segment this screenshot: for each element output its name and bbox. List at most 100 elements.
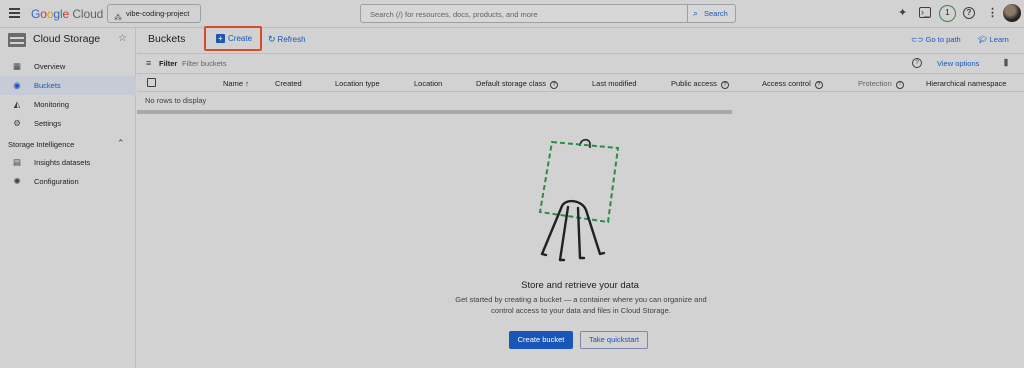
monitoring-icon: ◭ bbox=[13, 99, 21, 109]
column-header-protection[interactable]: Protection? bbox=[858, 79, 904, 89]
cloud-storage-icon bbox=[8, 33, 26, 47]
column-display-icon[interactable]: ⦀ bbox=[1004, 58, 1008, 69]
create-bucket-button[interactable]: Create bucket bbox=[509, 331, 573, 349]
view-options-button[interactable]: View options bbox=[937, 59, 979, 68]
more-icon[interactable]: ⋮ bbox=[987, 6, 998, 19]
column-header-last-modified[interactable]: Last modified bbox=[592, 79, 637, 88]
learn-button[interactable]: 🎓︎ Learn bbox=[978, 35, 1009, 44]
arrow-up-icon: ↑ bbox=[245, 79, 249, 88]
filter-label: Filter bbox=[159, 59, 178, 68]
link-icon: ⊂⊃ bbox=[911, 35, 924, 44]
filter-icon: ≡ bbox=[146, 58, 152, 68]
page-toolbar: Buckets + Create ↻ Refresh ⊂⊃ Go to path … bbox=[137, 26, 1024, 52]
sidebar-item-label: Insights datasets bbox=[34, 158, 91, 167]
logo-letter: g bbox=[53, 7, 60, 21]
project-name: vibe-coding-project bbox=[126, 9, 190, 18]
column-header-location-type[interactable]: Location type bbox=[335, 79, 380, 88]
search-button[interactable]: ⌕ Search bbox=[687, 5, 735, 22]
easel-legs bbox=[540, 199, 606, 262]
empty-table-message: No rows to display bbox=[145, 96, 207, 105]
horizontal-scrollbar[interactable] bbox=[137, 110, 732, 114]
avatar[interactable] bbox=[1003, 4, 1021, 22]
logo-letter: e bbox=[62, 7, 70, 21]
go-to-path-button[interactable]: ⊂⊃ Go to path bbox=[911, 35, 961, 44]
sidebar-item-label: Buckets bbox=[34, 81, 61, 90]
refresh-icon: ↻ bbox=[268, 34, 276, 44]
learn-label: Learn bbox=[989, 35, 1009, 44]
create-button-label: Create bbox=[228, 34, 253, 43]
column-header-hierarchical-namespace[interactable]: Hierarchical namespace bbox=[926, 79, 1006, 88]
search-button-label: Search bbox=[704, 9, 728, 18]
sidebar-item-label: Settings bbox=[34, 119, 62, 128]
column-header-label: Default storage class bbox=[476, 79, 547, 88]
filter-input[interactable]: Filter buckets bbox=[182, 59, 227, 68]
easel-hook bbox=[579, 138, 591, 148]
column-header-location[interactable]: Location bbox=[414, 79, 442, 88]
logo-letter: G bbox=[31, 7, 41, 21]
sidebar-item-monitoring[interactable]: ◭ Monitoring bbox=[0, 95, 136, 114]
column-header-label: Protection bbox=[858, 79, 892, 88]
project-icon: ⁂ bbox=[114, 13, 122, 22]
column-header-created[interactable]: Created bbox=[275, 79, 302, 88]
sidebar-item-insights-datasets[interactable]: ▤ Insights datasets bbox=[0, 153, 136, 172]
sidebar-item-overview[interactable]: ▦ Overview bbox=[0, 57, 136, 76]
empty-state-description: Get started by creating a bucket — a con… bbox=[455, 295, 707, 315]
help-icon[interactable]: ? bbox=[550, 81, 559, 89]
easel-illustration bbox=[538, 138, 620, 262]
help-icon[interactable]: ? bbox=[720, 81, 729, 89]
sidebar-item-label: Overview bbox=[34, 62, 66, 71]
column-header-label: Name bbox=[223, 79, 244, 88]
sidebar-title: Cloud Storage bbox=[33, 33, 101, 45]
notification-badge[interactable]: 1 bbox=[939, 5, 956, 22]
logo-letter: o bbox=[40, 7, 47, 21]
take-quickstart-button[interactable]: Take quickstart bbox=[580, 331, 648, 349]
overview-icon: ▦ bbox=[12, 61, 22, 71]
select-all-checkbox[interactable] bbox=[147, 78, 156, 87]
settings-icon: ⚙ bbox=[13, 118, 21, 128]
empty-state-title: Store and retrieve your data bbox=[521, 280, 639, 291]
help-icon[interactable]: ? bbox=[912, 58, 922, 68]
go-to-path-label: Go to path bbox=[925, 35, 961, 44]
create-button[interactable]: + Create bbox=[204, 26, 262, 51]
search-icon: ⌕ bbox=[693, 8, 699, 18]
refresh-button[interactable]: ↻ Refresh bbox=[268, 34, 306, 45]
sidebar: Cloud Storage ☆ ▦ Overview ◉ Buckets ◭ M… bbox=[0, 28, 136, 368]
column-header-label: Access control bbox=[762, 79, 811, 88]
google-cloud-logo[interactable]: Google Cloud bbox=[31, 7, 103, 21]
sidebar-item-buckets[interactable]: ◉ Buckets bbox=[0, 76, 136, 95]
configuration-icon: ✺ bbox=[13, 176, 21, 186]
star-icon[interactable]: ☆ bbox=[118, 33, 127, 44]
school-icon: 🎓︎ bbox=[978, 35, 988, 44]
chevron-up-icon[interactable]: ⌃ bbox=[117, 138, 125, 149]
help-icon[interactable]: ? bbox=[814, 81, 823, 89]
column-header-public-access[interactable]: Public access? bbox=[671, 79, 729, 89]
filter-bar: ≡ Filter Filter buckets ? View options ⦀ bbox=[137, 53, 1024, 73]
help-icon[interactable]: ? bbox=[963, 7, 975, 19]
menu-icon[interactable] bbox=[9, 8, 20, 18]
column-header-access-control[interactable]: Access control? bbox=[762, 79, 823, 89]
search-input[interactable]: Search (/) for resources, docs, products… bbox=[370, 10, 538, 19]
project-picker-button[interactable]: ⁂ vibe-coding-project bbox=[107, 4, 201, 23]
logo-cloud-text: Cloud bbox=[72, 7, 104, 21]
column-header-name[interactable]: Name ↑ bbox=[223, 79, 249, 88]
sidebar-item-label: Configuration bbox=[34, 177, 79, 186]
bucket-icon: ◉ bbox=[13, 80, 21, 90]
terminal-icon[interactable]: ›_ bbox=[919, 7, 931, 18]
sidebar-section-storage-intelligence[interactable]: Storage Intelligence ⌃ bbox=[0, 137, 136, 153]
sidebar-header: Cloud Storage ☆ bbox=[0, 28, 136, 52]
sidebar-item-label: Monitoring bbox=[34, 100, 70, 109]
top-bar: Google Cloud ⁂ vibe-coding-project Searc… bbox=[0, 0, 1024, 28]
table-header: Name ↑ Created Location type Location De… bbox=[137, 73, 1024, 92]
dataset-icon: ▤ bbox=[12, 157, 22, 167]
column-header-label: Public access bbox=[671, 79, 717, 88]
search-bar[interactable]: Search (/) for resources, docs, products… bbox=[360, 4, 736, 23]
page-title: Buckets bbox=[148, 33, 186, 45]
help-icon[interactable]: ? bbox=[895, 81, 904, 89]
gemini-icon[interactable]: ✦ bbox=[898, 7, 907, 19]
sidebar-item-settings[interactable]: ⚙ Settings bbox=[0, 114, 136, 133]
refresh-button-label: Refresh bbox=[277, 35, 306, 44]
column-header-default-storage-class[interactable]: Default storage class? bbox=[476, 79, 559, 89]
sidebar-item-configuration[interactable]: ✺ Configuration bbox=[0, 172, 136, 191]
add-icon: + bbox=[216, 34, 225, 43]
sidebar-section-label: Storage Intelligence bbox=[8, 140, 75, 149]
